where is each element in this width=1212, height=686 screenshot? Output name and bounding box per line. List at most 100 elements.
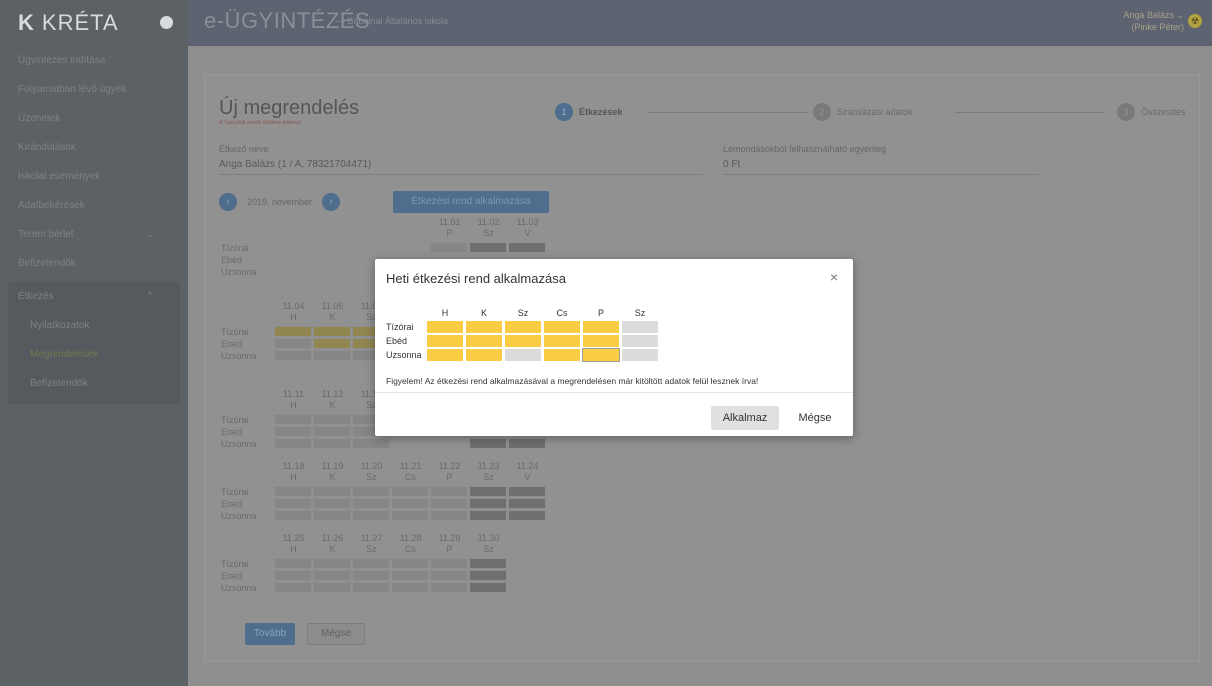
meal-cell[interactable] <box>430 486 468 497</box>
meal-cell[interactable] <box>430 510 468 521</box>
meal-cell[interactable] <box>508 486 546 497</box>
meal-cell[interactable] <box>313 438 351 449</box>
sidebar-item-adatbekeresek[interactable]: Adatbekérések <box>0 191 188 220</box>
sidebar-item-etkezes-befizetendok[interactable]: Befizetendők <box>8 369 180 398</box>
apply-meal-schedule-button[interactable]: Étkezési rend alkalmazása <box>393 191 549 213</box>
schedule-cell[interactable] <box>582 320 620 334</box>
next-button[interactable]: Tovább <box>245 623 295 645</box>
meal-cell[interactable] <box>313 498 351 509</box>
meal-cell[interactable] <box>313 338 351 349</box>
cancel-button[interactable]: Mégse <box>307 623 365 645</box>
meal-cell[interactable] <box>313 426 351 437</box>
schedule-cell[interactable] <box>543 320 581 334</box>
logo[interactable]: K KRÉTA <box>0 0 188 46</box>
meal-cell[interactable] <box>274 326 312 337</box>
schedule-cell[interactable] <box>504 334 542 348</box>
schedule-cell[interactable] <box>465 320 503 334</box>
schedule-cell[interactable] <box>582 334 620 348</box>
meal-cell[interactable] <box>508 510 546 521</box>
meal-cell[interactable] <box>313 582 351 593</box>
user-menu[interactable]: Anga Balázs ⌄ (Pinke Péter) <box>1123 9 1184 33</box>
meal-cell[interactable] <box>508 438 546 449</box>
meal-cell[interactable] <box>430 498 468 509</box>
schedule-cell[interactable] <box>543 348 581 362</box>
meal-cell[interactable] <box>508 498 546 509</box>
schedule-cell[interactable] <box>426 348 464 362</box>
meal-cell[interactable] <box>274 582 312 593</box>
modal-cancel-button[interactable]: Mégse <box>787 406 843 430</box>
prev-month-icon[interactable]: ‹ <box>219 193 237 211</box>
schedule-cell[interactable] <box>426 320 464 334</box>
meal-cell[interactable] <box>391 570 429 581</box>
sidebar-item-iskolai-esemenyek[interactable]: Iskolai események <box>0 162 188 191</box>
schedule-cell[interactable] <box>621 334 659 348</box>
sidebar-item-kirandulasok[interactable]: Kirándulások <box>0 133 188 162</box>
sidebar-item-folyamatban[interactable]: Folyamatban lévő ügyek <box>0 75 188 104</box>
meal-cell[interactable] <box>469 582 507 593</box>
meal-cell[interactable] <box>391 486 429 497</box>
meal-cell[interactable] <box>274 350 312 361</box>
meal-cell[interactable] <box>274 426 312 437</box>
sidebar-toggle-icon[interactable] <box>160 16 173 29</box>
schedule-cell[interactable] <box>504 320 542 334</box>
meal-cell[interactable] <box>313 510 351 521</box>
meal-cell[interactable] <box>469 510 507 521</box>
meal-cell[interactable] <box>430 570 468 581</box>
meal-cell[interactable] <box>352 570 390 581</box>
meal-cell[interactable] <box>313 350 351 361</box>
meal-cell[interactable] <box>352 498 390 509</box>
sidebar-item-befizetendok[interactable]: Befizetendők <box>0 249 188 278</box>
schedule-cell[interactable] <box>504 348 542 362</box>
close-icon[interactable]: × <box>830 269 838 285</box>
meal-cell[interactable] <box>274 510 312 521</box>
meal-cell[interactable] <box>391 510 429 521</box>
sidebar-item-nyilatkozatok[interactable]: Nyilatkozatok <box>8 311 180 340</box>
apply-button[interactable]: Alkalmaz <box>711 406 779 430</box>
meal-cell[interactable] <box>469 438 507 449</box>
meal-cell[interactable] <box>469 498 507 509</box>
radiation-icon[interactable]: ☢ <box>1188 14 1202 28</box>
meal-cell[interactable] <box>469 570 507 581</box>
sidebar-item-etkezes[interactable]: Étkezés ⌃ <box>8 282 180 311</box>
meal-cell[interactable] <box>352 558 390 569</box>
schedule-cell-focused[interactable] <box>582 348 620 362</box>
logo-text: KRÉTA <box>41 10 119 35</box>
schedule-cell[interactable] <box>465 348 503 362</box>
meal-cell[interactable] <box>508 242 546 253</box>
meal-cell[interactable] <box>430 558 468 569</box>
sidebar-item-megrendelesek[interactable]: Megrendelések <box>8 340 180 369</box>
meal-cell[interactable] <box>313 558 351 569</box>
meal-cell[interactable] <box>391 582 429 593</box>
meal-cell[interactable] <box>469 558 507 569</box>
meal-cell[interactable] <box>352 486 390 497</box>
meal-cell[interactable] <box>430 242 468 253</box>
meal-cell[interactable] <box>274 498 312 509</box>
meal-cell[interactable] <box>274 570 312 581</box>
schedule-cell[interactable] <box>621 348 659 362</box>
meal-cell[interactable] <box>469 486 507 497</box>
next-month-icon[interactable]: › <box>322 193 341 211</box>
meal-cell[interactable] <box>274 558 312 569</box>
meal-cell[interactable] <box>313 486 351 497</box>
sidebar-item-terem-berlet[interactable]: Terem bérlet ⌄ <box>0 220 188 249</box>
schedule-cell[interactable] <box>621 320 659 334</box>
meal-cell[interactable] <box>391 498 429 509</box>
meal-cell[interactable] <box>352 438 390 449</box>
sidebar-item-ugyintezes-inditasa[interactable]: Ügyintézés indítása <box>0 46 188 75</box>
schedule-cell[interactable] <box>543 334 581 348</box>
meal-cell[interactable] <box>274 486 312 497</box>
meal-cell[interactable] <box>313 414 351 425</box>
meal-cell[interactable] <box>391 558 429 569</box>
meal-cell[interactable] <box>430 582 468 593</box>
schedule-cell[interactable] <box>465 334 503 348</box>
meal-cell[interactable] <box>313 326 351 337</box>
meal-cell[interactable] <box>313 570 351 581</box>
meal-cell[interactable] <box>469 242 507 253</box>
sidebar-item-uzenetek[interactable]: Üzenetek <box>0 104 188 133</box>
meal-cell[interactable] <box>352 582 390 593</box>
meal-cell[interactable] <box>274 338 312 349</box>
meal-cell[interactable] <box>274 414 312 425</box>
meal-cell[interactable] <box>352 510 390 521</box>
schedule-cell[interactable] <box>426 334 464 348</box>
meal-cell[interactable] <box>274 438 312 449</box>
